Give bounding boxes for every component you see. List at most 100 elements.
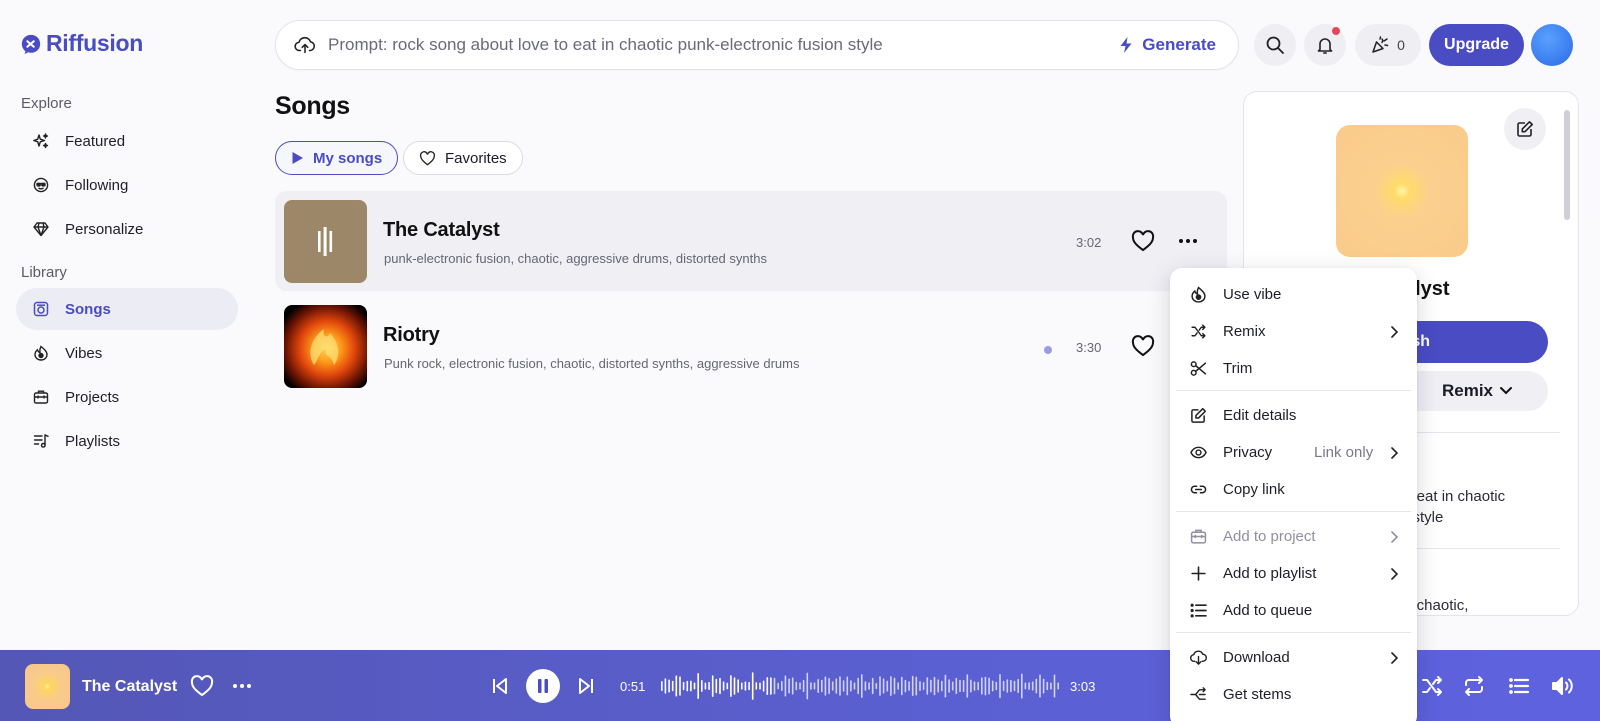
song-cover[interactable] — [284, 305, 367, 388]
upgrade-button[interactable]: Upgrade — [1429, 24, 1524, 66]
eye-icon — [1190, 446, 1207, 459]
library-section-label: Library — [21, 264, 67, 281]
menu-item-privacy[interactable]: Privacy Link only — [1170, 434, 1417, 471]
like-heart-icon[interactable] — [1131, 334, 1155, 358]
list-icon — [1190, 603, 1207, 618]
waveform-bar — [1031, 681, 1034, 691]
sidebar-item-vibes[interactable]: Vibes — [16, 332, 238, 374]
menu-item-add-to-playlist[interactable]: Add to playlist — [1170, 555, 1417, 592]
song-row[interactable]: The Catalyst punk-electronic fusion, cha… — [275, 191, 1227, 291]
song-row[interactable]: Riotry Punk rock, electronic fusion, cha… — [275, 296, 1227, 396]
detail-scrollbar[interactable] — [1564, 110, 1570, 220]
menu-item-add-to-project: Add to project — [1170, 518, 1417, 555]
waveform-bar — [762, 680, 765, 692]
waveform-bar — [715, 678, 718, 694]
queue-list-icon[interactable] — [1507, 674, 1531, 698]
menu-item-trim[interactable]: Trim — [1170, 350, 1417, 387]
menu-item-remix[interactable]: Remix — [1170, 313, 1417, 350]
more-options-icon[interactable] — [1176, 229, 1200, 253]
waveform-bar — [770, 677, 772, 695]
player-heart-icon[interactable] — [190, 674, 214, 698]
waveform-bar — [886, 680, 889, 692]
waveform-bar — [871, 677, 874, 695]
cloud-upload-icon[interactable] — [294, 34, 316, 56]
privacy-value: Link only — [1314, 444, 1374, 461]
waveform-scrubber[interactable] — [661, 668, 1061, 704]
menu-separator — [1176, 632, 1411, 633]
play-icon — [292, 152, 303, 164]
menu-item-label: Add to playlist — [1223, 565, 1317, 582]
notifications-button[interactable] — [1304, 24, 1346, 66]
volume-icon[interactable] — [1550, 674, 1574, 698]
menu-item-add-to-queue[interactable]: Add to queue — [1170, 592, 1417, 629]
waveform-bar — [1046, 681, 1049, 691]
detail-prompt-line: to eat in chaotic — [1400, 488, 1506, 505]
like-heart-icon[interactable] — [1131, 229, 1155, 253]
sidebar-item-following[interactable]: Following — [16, 164, 238, 206]
player-track-title[interactable]: The Catalyst — [82, 678, 177, 696]
waveform-bar — [755, 682, 758, 690]
prompt-input[interactable] — [328, 35, 1119, 55]
sidebar-item-playlists[interactable]: Playlists — [16, 420, 238, 462]
song-title[interactable]: The Catalyst — [383, 219, 500, 242]
player-more-icon[interactable] — [230, 674, 254, 698]
menu-item-download[interactable]: Download — [1170, 639, 1417, 676]
waveform-bar — [686, 680, 689, 692]
generate-button[interactable]: Generate — [1118, 35, 1216, 55]
search-button[interactable] — [1254, 24, 1296, 66]
chevron-down-icon — [1500, 387, 1512, 395]
menu-item-get-stems[interactable]: Get stems — [1170, 676, 1417, 713]
sidebar-item-featured[interactable]: Featured — [16, 120, 238, 162]
chevron-right-icon — [1391, 652, 1399, 664]
waveform-bar — [1024, 682, 1027, 690]
menu-item-use-vibe[interactable]: Use vibe — [1170, 276, 1417, 313]
sidebar-item-songs[interactable]: Songs — [16, 288, 238, 330]
waveform-bar — [795, 681, 798, 691]
song-tags: punk-electronic fusion, chaotic, aggress… — [384, 251, 767, 266]
sidebar-item-personalize[interactable]: Personalize — [16, 208, 238, 250]
repeat-icon[interactable] — [1462, 674, 1486, 698]
waveform-bar — [1053, 674, 1056, 698]
sidebar-item-projects[interactable]: Projects — [16, 376, 238, 418]
tab-favorites[interactable]: Favorites — [403, 141, 523, 175]
waveform-bar — [1035, 678, 1038, 694]
next-track-icon[interactable] — [574, 674, 598, 698]
waveform-bar — [737, 679, 739, 693]
menu-item-label: Privacy — [1223, 444, 1273, 461]
playlist-icon — [33, 434, 49, 448]
waveform-bar — [915, 676, 918, 696]
waveform-bar — [661, 681, 663, 691]
waveform-bar — [861, 674, 863, 698]
riffusion-logo[interactable]: Riffusion — [20, 30, 143, 57]
waveform-bar — [751, 672, 754, 700]
pause-button[interactable] — [526, 669, 560, 703]
waveform-bar — [722, 681, 725, 691]
credits-button[interactable]: 0 — [1355, 24, 1421, 66]
song-tags: Punk rock, electronic fusion, chaotic, d… — [384, 356, 800, 371]
waveform-bar — [839, 676, 841, 696]
waveform-bar — [831, 681, 834, 691]
waveform-bar — [777, 682, 779, 690]
waveform-bar — [1042, 678, 1045, 694]
waveform-bar — [882, 678, 885, 694]
waveform-bar — [708, 681, 710, 691]
song-cover-playing[interactable] — [284, 200, 367, 283]
user-avatar[interactable] — [1531, 24, 1573, 66]
waveform-bar — [1050, 682, 1052, 690]
chevron-right-icon — [1391, 531, 1399, 543]
player-cover-art[interactable] — [25, 664, 70, 709]
waveform-bar — [828, 677, 830, 695]
waveform-bar — [846, 676, 849, 696]
menu-item-edit-details[interactable]: Edit details — [1170, 397, 1417, 434]
tab-my-songs[interactable]: My songs — [275, 141, 399, 175]
remix-dropdown-button[interactable]: Remix — [1394, 371, 1548, 411]
edit-cover-button[interactable] — [1504, 108, 1546, 150]
chevron-right-icon — [1391, 568, 1399, 580]
detail-prompt-line: n style — [1400, 509, 1444, 526]
shuffle-icon[interactable] — [1420, 674, 1444, 698]
scissors-icon — [1190, 361, 1207, 376]
menu-item-copy-link[interactable]: Copy link — [1170, 471, 1417, 508]
waveform-bar — [773, 677, 776, 695]
song-title[interactable]: Riotry — [383, 324, 440, 347]
previous-track-icon[interactable] — [488, 674, 512, 698]
